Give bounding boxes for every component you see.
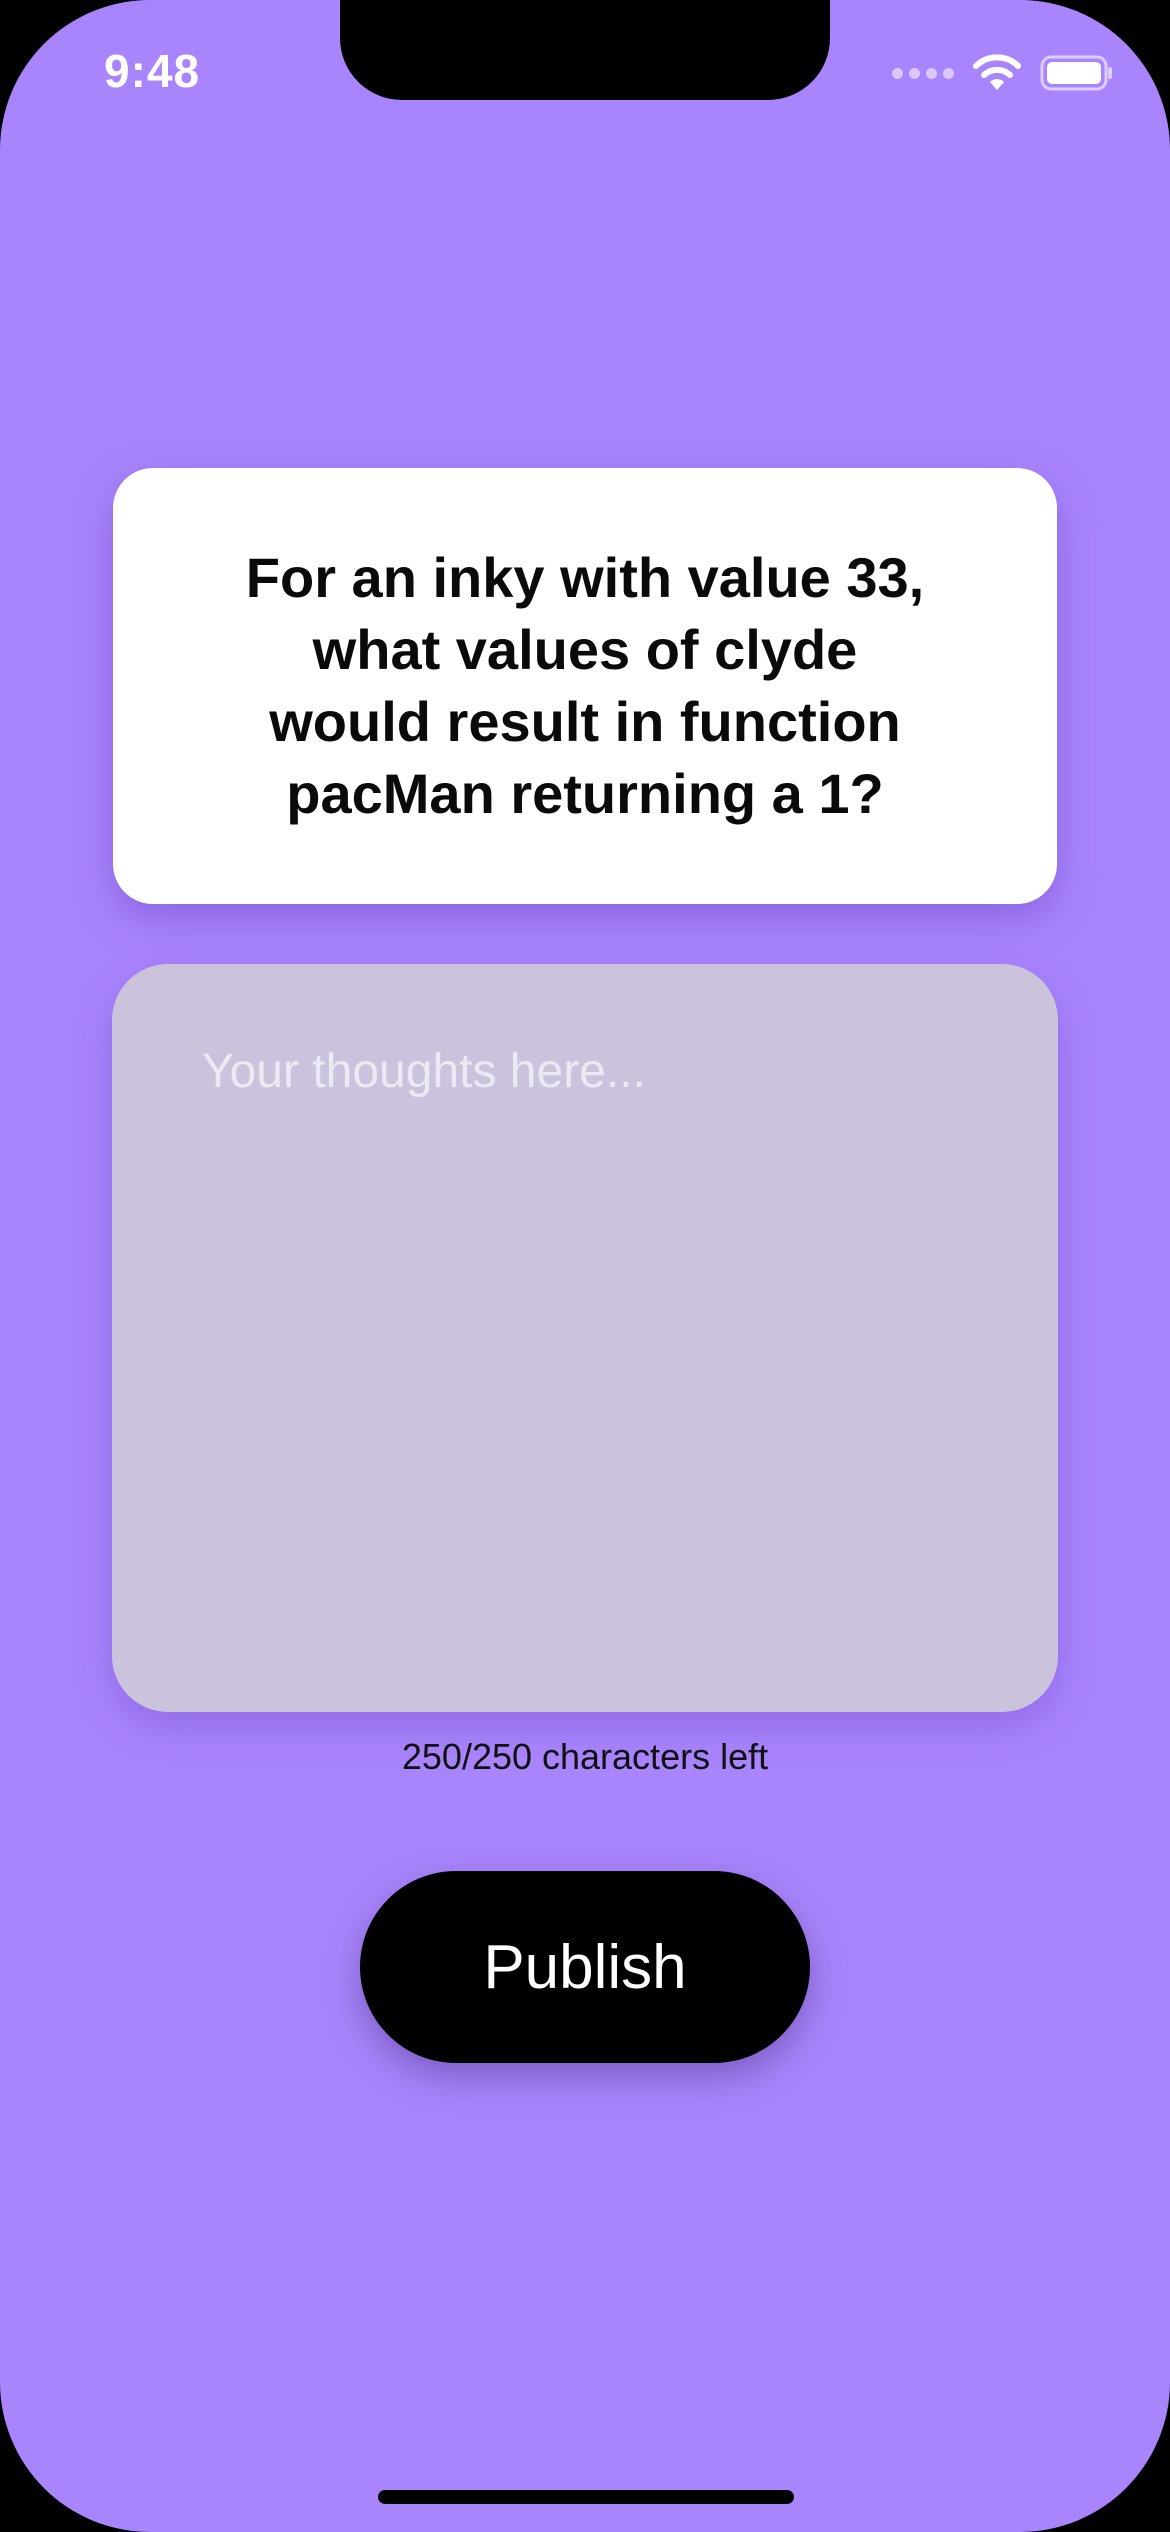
device-notch [340, 0, 830, 100]
answer-input[interactable] [202, 1044, 968, 1632]
signal-icon [892, 67, 954, 79]
question-text: For an inky with value 33, what values o… [245, 546, 925, 825]
status-time: 9:48 [104, 45, 201, 97]
app-screen: 9:48 For an inky with value 33, what val… [0, 0, 1170, 2532]
home-indicator[interactable] [378, 2490, 794, 2504]
status-icons [892, 54, 1114, 92]
question-card: For an inky with value 33, what values o… [113, 468, 1057, 904]
character-counter: 250/250 characters left [401, 1736, 769, 1777]
answer-box[interactable] [112, 964, 1058, 1712]
publish-button[interactable]: Publish [360, 1871, 810, 2063]
battery-icon [1040, 55, 1114, 91]
wifi-icon [972, 54, 1022, 92]
